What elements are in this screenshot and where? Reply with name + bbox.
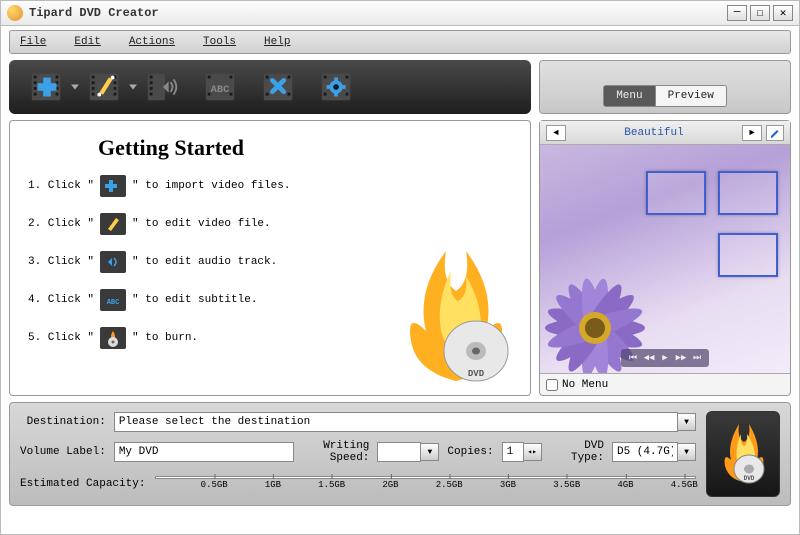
capacity-tick: 4.5GB (671, 480, 698, 490)
remove-button[interactable] (255, 66, 303, 108)
menu-thumbnail[interactable] (718, 233, 778, 277)
writing-speed-dropdown-button[interactable]: ▼ (421, 443, 439, 461)
forward-button[interactable]: ▶▶ (674, 352, 688, 364)
capacity-tick: 4GB (617, 480, 633, 490)
edit-subtitle-icon: ABC (100, 289, 126, 311)
playback-controls: ⏮ ◀◀ ▶ ▶▶ ⏭ (621, 349, 709, 367)
writing-speed-label: Writing Speed: (302, 440, 370, 464)
dvd-type-select[interactable] (612, 442, 678, 462)
burn-button[interactable]: DVD (706, 411, 780, 497)
edit-video-button[interactable] (81, 66, 129, 108)
destination-label: Destination: (20, 416, 106, 428)
preview-prev-button[interactable]: ◄ (546, 125, 566, 141)
maximize-button[interactable]: ☐ (750, 5, 770, 21)
copies-input[interactable] (502, 442, 524, 462)
preview-template-name: Beautiful (570, 127, 738, 139)
destination-input[interactable] (114, 412, 678, 432)
chevron-down-icon (129, 85, 137, 90)
flame-disc-icon: DVD (386, 241, 526, 391)
svg-text:ABC: ABC (211, 84, 230, 96)
skip-back-button[interactable]: ⏮ (626, 352, 640, 364)
dvd-type-label: DVD Type: (550, 440, 604, 464)
capacity-tick: 2GB (382, 480, 398, 490)
capacity-label: Estimated Capacity: (20, 478, 145, 490)
menu-actions[interactable]: Actions (129, 36, 175, 48)
play-button[interactable]: ▶ (658, 352, 672, 364)
menu-thumbnail[interactable] (718, 171, 778, 215)
menu-bar: File Edit Actions Tools Help (9, 30, 791, 54)
main-toolbar: ABC (9, 60, 531, 114)
svg-text:ABC: ABC (107, 299, 120, 307)
no-menu-checkbox[interactable] (546, 379, 558, 391)
destination-dropdown-button[interactable]: ▼ (678, 413, 696, 431)
edit-audio-button[interactable] (139, 66, 187, 108)
svg-text:DVD: DVD (468, 369, 485, 379)
menu-edit[interactable]: Edit (74, 36, 100, 48)
volume-label-input[interactable] (114, 442, 294, 462)
burn-icon (100, 327, 126, 349)
preview-next-button[interactable]: ► (742, 125, 762, 141)
getting-started-panel: Getting Started 1. Click " " to import v… (9, 120, 531, 396)
title-bar: Tipard DVD Creator ─ ☐ ✕ (0, 0, 800, 26)
edit-video-icon (100, 213, 126, 235)
capacity-tick: 1.5GB (318, 480, 345, 490)
capacity-tick: 3.5GB (553, 480, 580, 490)
preview-panel: ◄ Beautiful ► (539, 120, 791, 396)
window-title: Tipard DVD Creator (29, 6, 727, 20)
menu-file[interactable]: File (20, 36, 46, 48)
svg-text:DVD: DVD (744, 475, 755, 482)
capacity-tick: 1GB (265, 480, 281, 490)
rewind-button[interactable]: ◀◀ (642, 352, 656, 364)
getting-started-heading: Getting Started (98, 135, 512, 161)
preview-canvas: ⏮ ◀◀ ▶ ▶▶ ⏭ (540, 145, 790, 373)
writing-speed-select[interactable] (377, 442, 421, 462)
capacity-tick: 2.5GB (436, 480, 463, 490)
app-logo-icon (7, 5, 23, 21)
step-1: 1. Click " " to import video files. (28, 175, 512, 197)
capacity-meter: 0.5GB 1GB 1.5GB 2GB 2.5GB 3GB 3.5GB 4GB 4.5GB (155, 472, 696, 496)
settings-panel: Destination: ▼ Volume Label: Writing Spe… (9, 402, 791, 506)
dvd-type-dropdown-button[interactable]: ▼ (678, 443, 696, 461)
tab-menu[interactable]: Menu (603, 85, 655, 107)
tab-preview[interactable]: Preview (656, 85, 727, 107)
volume-label-label: Volume Label: (20, 446, 106, 458)
edit-audio-icon (100, 251, 126, 273)
no-menu-label: No Menu (562, 379, 608, 391)
menu-help[interactable]: Help (264, 36, 290, 48)
preview-tabs: Menu Preview (539, 60, 791, 114)
add-video-icon (100, 175, 126, 197)
capacity-tick: 3GB (500, 480, 516, 490)
copies-label: Copies: (447, 446, 493, 458)
menu-thumbnail[interactable] (646, 171, 706, 215)
copies-spinner-button[interactable]: ◂▸ (524, 443, 542, 461)
skip-forward-button[interactable]: ⏭ (690, 352, 704, 364)
preview-edit-button[interactable] (766, 125, 784, 141)
chevron-down-icon (71, 85, 79, 90)
minimize-button[interactable]: ─ (727, 5, 747, 21)
add-video-button[interactable] (23, 66, 71, 108)
edit-subtitle-button[interactable]: ABC (197, 66, 245, 108)
step-2: 2. Click " " to edit video file. (28, 213, 512, 235)
settings-button[interactable] (313, 66, 361, 108)
capacity-tick: 0.5GB (201, 480, 228, 490)
menu-tools[interactable]: Tools (203, 36, 236, 48)
close-button[interactable]: ✕ (773, 5, 793, 21)
